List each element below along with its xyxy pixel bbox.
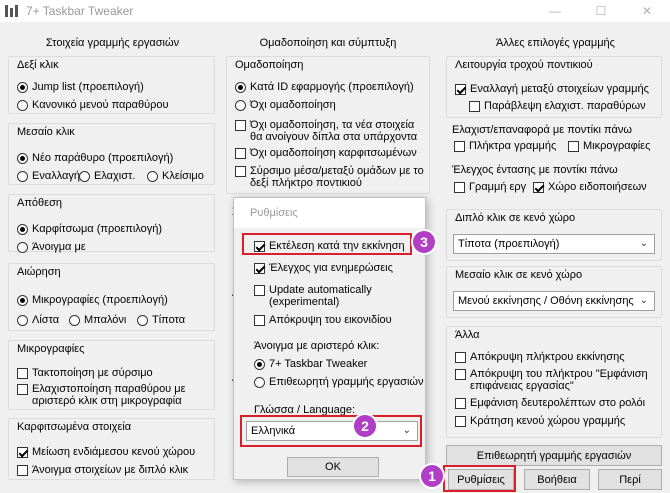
- right-click-title: Δεξί κλικ: [15, 59, 61, 71]
- hover-title: Αιώρηση: [15, 266, 63, 278]
- middle-click-title: Μεσαίο κλικ: [15, 126, 77, 138]
- hide-icon-check[interactable]: Απόκρυψη του εικονιδίου: [254, 314, 392, 326]
- close-radio[interactable]: Κλείσιμο: [147, 170, 204, 182]
- other-title: Άλλα: [453, 329, 482, 341]
- taskbar-inspector-button[interactable]: Επιθεωρητή γραμμής εργασιών: [446, 445, 662, 466]
- wheel-title: Λειτουργία τροχού ποντικιού: [453, 59, 595, 71]
- close-button[interactable]: ✕: [624, 0, 670, 22]
- step-badge-1: 1: [419, 463, 445, 489]
- chevron-down-icon: ⌄: [639, 295, 648, 306]
- reduce-space-check[interactable]: Μείωση ενδιάμεσου κενού χώρου: [17, 446, 195, 458]
- step-badge-2: 2: [352, 413, 378, 439]
- volume-tray-check[interactable]: Χώρο ειδοποιήσεων: [533, 181, 647, 193]
- title-bar: 7+ Taskbar Tweaker — ☐ ✕: [0, 0, 670, 22]
- hide-start-check[interactable]: Απόκρυψη πλήκτρου εκκίνησης: [455, 351, 625, 363]
- midclick-select[interactable]: Μενού εκκίνησης / Οθόνη εκκίνησης ⌄: [453, 291, 655, 311]
- double-click-open-check[interactable]: Άνοιγμα στοιχείων με διπλό κλικ: [17, 464, 188, 476]
- highlight-startup: [242, 233, 412, 255]
- jumplist-radio[interactable]: Jump list (προεπιλογή): [17, 81, 144, 93]
- col3-title: Άλλες επιλογές γραμμής: [496, 37, 615, 49]
- midclick-group: Μεσαίο κλικ σε κενό χώρο Μενού εκκίνησης…: [446, 266, 662, 318]
- chevron-down-icon: ⌄: [639, 238, 648, 249]
- thumbnails-check[interactable]: Μικρογραφίες: [568, 140, 650, 152]
- open-inspector-radio[interactable]: Επιθεωρητή γραμμής εργασιών: [254, 376, 423, 388]
- minimize-button[interactable]: —: [532, 0, 578, 22]
- check-updates-check[interactable]: Έλεγχος για ενημερώσεις: [254, 262, 393, 274]
- dialog-title: Ρυθμίσεις: [234, 198, 425, 228]
- col1-title: Στοιχεία γραμμής εργασιών: [45, 37, 180, 49]
- show-seconds-check[interactable]: Εμφάνιση δευτερολέπτων στο ρολόι: [455, 397, 645, 409]
- right-click-group: Δεξί κλικ Jump list (προεπιλογή) Κανονικ…: [8, 56, 215, 114]
- balloon-radio[interactable]: Μπαλόνι: [69, 314, 126, 326]
- other-group: Άλλα Απόκρυψη πλήκτρου εκκίνησης Απόκρυψ…: [446, 326, 662, 438]
- list-radio[interactable]: Λίστα: [17, 314, 59, 326]
- open-tweaker-radio[interactable]: 7+ Taskbar Tweaker: [254, 358, 367, 370]
- drag-reorder-check[interactable]: Τακτοποίηση με σύρσιμο: [17, 367, 153, 379]
- grouping-group: Ομαδοποίηση Κατά ID εφαρμογής (προεπιλογ…: [226, 56, 430, 194]
- col2-title: Ομαδοποίηση και σύμπτυξη: [259, 37, 397, 49]
- skip-minimized-check[interactable]: Παράβλεψη ελαχιστ. παραθύρων: [469, 100, 646, 112]
- dblclick-title: Διπλό κλικ σε κενό χώρο: [453, 212, 578, 224]
- about-button[interactable]: Περί: [598, 469, 662, 490]
- by-appid-radio[interactable]: Κατά ID εφαρμογής (προεπιλογή): [235, 81, 414, 93]
- pinned-group: Καρφιτσωμένα στοιχεία Μείωση ενδιάμεσου …: [8, 418, 215, 480]
- help-button[interactable]: Βοήθεια: [524, 469, 590, 490]
- minimize-on-click-check[interactable]: Ελαχιστοποίηση παραθύρου με αριστερό κλι…: [17, 383, 207, 407]
- highlight-language: [240, 415, 422, 447]
- drop-title: Απόθεση: [15, 197, 64, 209]
- auto-update-check[interactable]: Update automatically (experimental): [254, 284, 424, 308]
- hover-group: Αιώρηση Μικρογραφίες (προεπιλογή) Λίστα …: [8, 263, 215, 331]
- open-with-radio[interactable]: Άνοιγμα με: [17, 241, 86, 253]
- pinned-title: Καρφιτσωμένα στοιχεία: [15, 421, 134, 433]
- maximize-button[interactable]: ☐: [578, 0, 624, 22]
- no-grouping-radio[interactable]: Όχι ομαδοποίηση: [235, 99, 336, 111]
- thumbs-title: Μικρογραφίες: [15, 343, 87, 355]
- right-drag-check[interactable]: Σύρσιμο μέσα/μεταξύ ομάδων με το δεξί πλ…: [235, 165, 427, 189]
- window-title: 7+ Taskbar Tweaker: [26, 4, 134, 18]
- wheel-group: Λειτουργία τροχού ποντικιού Εναλλαγή μετ…: [446, 56, 662, 118]
- highlight-settings: [443, 465, 516, 492]
- new-window-radio[interactable]: Νέο παράθυρο (προεπιλογή): [17, 152, 173, 164]
- thumbnails-radio[interactable]: Μικρογραφίες (προεπιλογή): [17, 294, 168, 306]
- minrestore-title: Ελαχιστ/επαναφορά με ποντίκι πάνω: [452, 124, 632, 136]
- dblclick-select[interactable]: Τίποτα (προεπιλογή) ⌄: [453, 234, 655, 254]
- no-grouping-adjacent-check[interactable]: Όχι ομαδοποίηση, τα νέα στοιχεία θα ανοί…: [235, 119, 427, 143]
- toggle-radio[interactable]: Εναλλαγή: [17, 170, 80, 182]
- midclick-title: Μεσαίο κλικ σε κενό χώρο: [453, 269, 585, 281]
- pin-radio[interactable]: Καρφίτσωμα (προεπιλογή): [17, 223, 162, 235]
- ok-button[interactable]: OK: [287, 457, 379, 477]
- dblclick-group: Διπλό κλικ σε κενό χώρο Τίποτα (προεπιλο…: [446, 209, 662, 261]
- volume-title: Έλεγχος έντασης με ποντίκι πάνω: [452, 164, 618, 176]
- no-group-pinned-check[interactable]: Όχι ομαδοποίηση καρφιτσωμένων: [235, 147, 417, 159]
- taskbar-buttons-check[interactable]: Πλήκτρα γραμμής: [454, 140, 556, 152]
- wheel-switch-check[interactable]: Εναλλαγή μεταξύ στοιχείων γραμμής: [455, 83, 649, 95]
- thumbnails-group: Μικρογραφίες Τακτοποίηση με σύρσιμο Ελαχ…: [8, 340, 215, 410]
- drop-group: Απόθεση Καρφίτσωμα (προεπιλογή) Άνοιγμα …: [8, 194, 215, 253]
- volume-taskbar-check[interactable]: Γραμμή εργ: [454, 181, 526, 193]
- leftclick-title: Άνοιγμα με αριστερό κλικ:: [254, 340, 380, 352]
- keep-space-check[interactable]: Κράτηση κενού χώρου γραμμής: [455, 415, 625, 427]
- app-icon: [5, 5, 18, 17]
- step-badge-3: 3: [411, 229, 437, 255]
- middle-click-group: Μεσαίο κλικ Νέο παράθυρο (προεπιλογή) Εν…: [8, 123, 215, 185]
- nothing-radio[interactable]: Τίποτα: [137, 314, 185, 326]
- minimize-radio[interactable]: Ελαχιστ.: [79, 170, 135, 182]
- hide-show-desktop-check[interactable]: Απόκρυψη του πλήκτρου "Εμφάνιση επιφάνει…: [455, 368, 655, 392]
- window-menu-radio[interactable]: Κανονικό μενού παραθύρου: [17, 99, 169, 111]
- grouping-title: Ομαδοποίηση: [233, 59, 306, 71]
